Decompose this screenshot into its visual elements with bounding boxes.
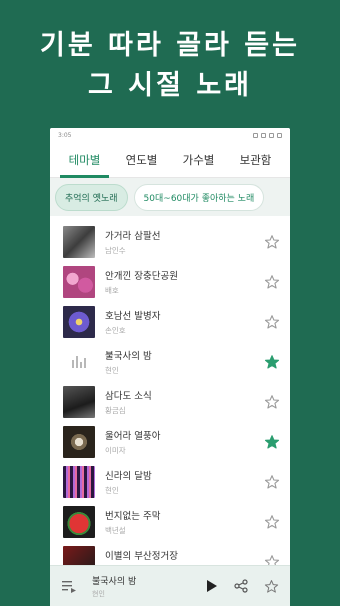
tab-artist[interactable]: 가수별 — [170, 142, 227, 178]
player-star-icon[interactable] — [260, 575, 282, 597]
status-bar: 3:05 — [50, 128, 290, 142]
song-meta: 울어라 열풍아이미자 — [95, 428, 264, 456]
category-tabs: 테마별 연도별 가수별 보관함 — [50, 142, 290, 178]
song-artist: 남인수 — [105, 246, 126, 255]
song-row[interactable]: 안개낀 장충단공원배호 — [50, 262, 290, 302]
song-title: 불국사의 밤 — [105, 351, 152, 362]
song-row[interactable]: 가거라 삼팔선남인수 — [50, 222, 290, 262]
chip-old-songs[interactable]: 추억의 옛노래 — [55, 183, 128, 211]
tab-year[interactable]: 연도별 — [113, 142, 170, 178]
song-artist: 이미자 — [105, 446, 126, 455]
tab-theme[interactable]: 테마별 — [56, 142, 113, 178]
headline-line-2: 그 시절 노래 — [88, 70, 252, 101]
album-thumbnail — [63, 346, 95, 378]
song-row[interactable]: 호남선 발병자손인호 — [50, 302, 290, 342]
star-filled-icon[interactable] — [264, 354, 280, 370]
status-time: 3:05 — [58, 131, 72, 139]
song-meta: 번지없는 주막백년설 — [95, 508, 264, 536]
star-outline-icon[interactable] — [264, 514, 280, 530]
mini-player: 불국사의 밤 현인 — [50, 565, 290, 606]
player-track-info[interactable]: 불국사의 밤 현인 — [80, 574, 192, 599]
song-row[interactable]: 불국사의 밤현인 — [50, 342, 290, 382]
song-row[interactable]: 번지없는 주막백년설 — [50, 502, 290, 542]
song-artist: 황금심 — [105, 406, 126, 415]
battery-icon — [277, 132, 282, 138]
star-outline-icon[interactable] — [264, 394, 280, 410]
song-title: 안개낀 장충단공원 — [105, 271, 178, 282]
status-icons — [253, 132, 282, 138]
album-thumbnail — [63, 226, 95, 258]
phone-screen: 3:05 테마별 연도별 가수별 보관함 추억의 옛노래 50대~60대가 좋아… — [50, 128, 290, 606]
song-title: 삼다도 소식 — [105, 391, 152, 402]
song-list: 가거라 삼팔선 남인수 안개낀 장충단공원 배호 호남선 발병자 손인호 불국사의 밤 현인 삼… — [50, 216, 290, 582]
song-meta: 호남선 발병자손인호 — [95, 308, 264, 336]
share-icon[interactable] — [230, 575, 252, 597]
star-filled-icon[interactable] — [264, 434, 280, 450]
wifi-icon — [261, 132, 266, 138]
promo-headline: 기분 따라 골라 듣는 그 시절 노래 — [0, 26, 340, 106]
song-meta: 안개낀 장충단공원배호 — [95, 268, 264, 296]
song-title: 울어라 열풍아 — [105, 431, 161, 442]
song-title: 번지없는 주막 — [105, 511, 161, 522]
song-row[interactable]: 신라의 달밤현인 — [50, 462, 290, 502]
player-artist: 현인 — [92, 589, 105, 598]
song-artist: 배호 — [105, 286, 119, 295]
star-outline-icon[interactable] — [264, 274, 280, 290]
signal-icon — [269, 132, 274, 138]
album-thumbnail — [63, 266, 95, 298]
song-artist: 현인 — [105, 486, 119, 495]
album-thumbnail — [63, 386, 95, 418]
song-row[interactable]: 삼다도 소식황금심 — [50, 382, 290, 422]
album-thumbnail — [63, 306, 95, 338]
song-meta: 삼다도 소식황금심 — [95, 388, 264, 416]
album-thumbnail — [63, 426, 95, 458]
song-title: 이별의 부산정거장 — [105, 551, 178, 562]
star-outline-icon[interactable] — [264, 314, 280, 330]
song-meta: 불국사의 밤현인 — [95, 348, 264, 376]
star-outline-icon[interactable] — [264, 234, 280, 250]
song-row[interactable]: 울어라 열풍아이미자 — [50, 422, 290, 462]
song-title: 신라의 달밤 — [105, 471, 152, 482]
song-meta: 가거라 삼팔선남인수 — [95, 228, 264, 256]
song-artist: 현인 — [105, 366, 119, 375]
album-thumbnail — [63, 466, 95, 498]
song-title: 가거라 삼팔선 — [105, 231, 161, 242]
alarm-icon — [253, 132, 258, 138]
song-artist: 손인호 — [105, 326, 126, 335]
playlist-icon[interactable] — [58, 575, 80, 597]
album-thumbnail — [63, 506, 95, 538]
theme-chip-bar: 추억의 옛노래 50대~60대가 좋아하는 노래 — [50, 178, 290, 216]
player-title: 불국사의 밤 — [92, 576, 137, 587]
headline-line-1: 기분 따라 골라 듣는 — [40, 30, 300, 61]
star-outline-icon[interactable] — [264, 474, 280, 490]
song-title: 호남선 발병자 — [105, 311, 161, 322]
song-meta: 신라의 달밤현인 — [95, 468, 264, 496]
song-artist: 백년설 — [105, 526, 126, 535]
chip-50s-60s[interactable]: 50대~60대가 좋아하는 노래 — [133, 183, 265, 211]
play-icon[interactable] — [200, 575, 222, 597]
tab-library[interactable]: 보관함 — [227, 142, 284, 178]
